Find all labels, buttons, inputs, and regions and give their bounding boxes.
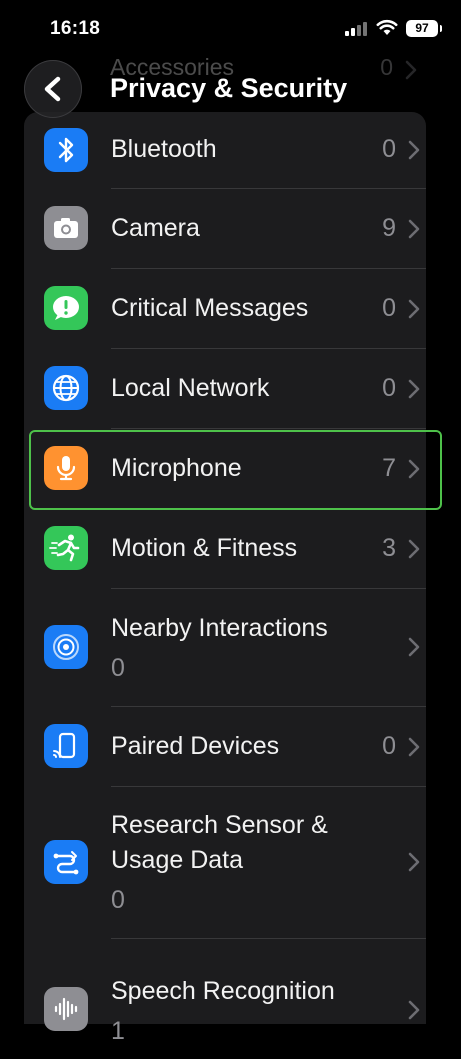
row-label: Critical Messages [111, 294, 309, 322]
list-item-speech-recognition[interactable]: Speech Recognition 1 [24, 939, 426, 1059]
row-label-line2: Usage Data [111, 846, 244, 874]
microphone-row-highlight [29, 430, 442, 510]
page-title: Privacy & Security [110, 73, 348, 103]
chevron-right-icon [408, 539, 420, 559]
camera-icon [44, 206, 88, 250]
list-item-research-sensor[interactable]: Research Sensor & Usage Data 0 [24, 787, 426, 938]
row-label: Bluetooth [111, 135, 217, 163]
status-bar: 16:18 97 [0, 0, 461, 50]
list-item-local-network[interactable]: Local Network 0 [24, 349, 426, 428]
peek-row-count: 0 [380, 54, 393, 80]
row-label: Motion & Fitness [111, 534, 298, 562]
row-count: 0 [111, 886, 125, 914]
list-item-camera[interactable]: Camera 9 [24, 189, 426, 268]
list-item-motion-fitness[interactable]: Motion & Fitness 3 [24, 509, 426, 588]
chevron-right-icon [408, 1000, 420, 1020]
chevron-right-icon [408, 219, 420, 239]
row-count: 1 [111, 1017, 125, 1045]
running-figure-icon [44, 526, 88, 570]
list-item-critical-messages[interactable]: Critical Messages 0 [24, 269, 426, 348]
row-count: 0 [382, 374, 396, 402]
chevron-right-icon [405, 60, 417, 80]
critical-messages-icon [44, 286, 88, 330]
list-item-nearby-interactions[interactable]: Nearby Interactions 0 [24, 589, 426, 706]
chevron-right-icon [408, 299, 420, 319]
paired-devices-icon [44, 724, 88, 768]
chevron-right-icon [408, 379, 420, 399]
nearby-interactions-icon [44, 625, 88, 669]
battery-indicator: 97 [406, 20, 438, 37]
row-label: Local Network [111, 374, 270, 402]
list-item-bluetooth[interactable]: Bluetooth 0 [24, 112, 426, 188]
row-label: Camera [111, 214, 200, 242]
row-label-line1: Research Sensor & [111, 811, 328, 839]
list-item-paired-devices[interactable]: Paired Devices 0 [24, 707, 426, 786]
chevron-right-icon [408, 637, 420, 657]
chevron-right-icon [408, 737, 420, 757]
row-count: 0 [382, 135, 396, 163]
chevron-right-icon [408, 852, 420, 872]
row-label: Paired Devices [111, 732, 280, 760]
row-count: 3 [382, 534, 396, 562]
chevron-left-icon [44, 76, 61, 102]
row-count: 0 [382, 732, 396, 760]
chevron-right-icon [408, 140, 420, 160]
permissions-list: Bluetooth 0 Camera 9 Critical Messages 0… [24, 112, 426, 1045]
globe-icon [44, 366, 88, 410]
waveform-icon [44, 987, 88, 1031]
wifi-icon [376, 19, 398, 35]
row-label: Nearby Interactions [111, 614, 328, 642]
row-count: 0 [382, 294, 396, 322]
status-time: 16:18 [50, 18, 101, 39]
research-sensor-icon [44, 840, 88, 884]
row-label: Speech Recognition [111, 977, 335, 1005]
row-count: 9 [382, 214, 396, 242]
battery-tip [440, 25, 442, 32]
row-count: 0 [111, 654, 125, 682]
back-button[interactable] [24, 60, 82, 118]
cellular-signal-icon [345, 22, 367, 36]
bluetooth-icon [44, 128, 88, 172]
